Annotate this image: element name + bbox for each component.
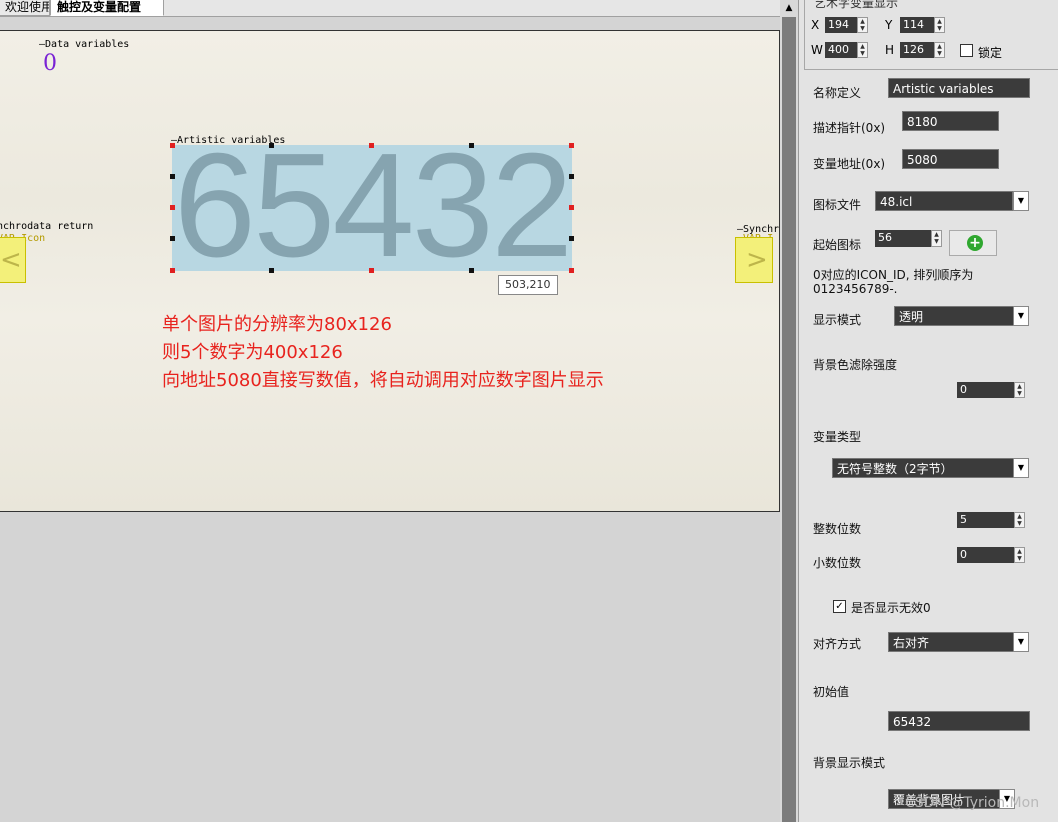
dec-digits-label: 小数位数 (813, 556, 862, 570)
resize-handle[interactable] (469, 143, 474, 148)
w-label: W (811, 43, 823, 57)
resize-handle[interactable] (569, 268, 574, 273)
watermark: CSDN @Tyrion.Mon (905, 795, 1040, 811)
sync-return-label-left: nchrodata return (0, 221, 94, 232)
bg-filter-label: 背景色滤除强度 (813, 358, 898, 372)
var-address-input[interactable]: 5080 (902, 149, 999, 169)
vertical-scrollbar[interactable]: ▲ (780, 0, 798, 822)
data-variables-value[interactable]: 0 (43, 51, 57, 76)
show-invalid-zero-label: 是否显示无效0 (851, 601, 931, 615)
scroll-up-icon[interactable]: ▲ (780, 0, 798, 16)
sync-return-button-left[interactable]: < (0, 237, 26, 283)
resize-handle[interactable] (569, 143, 574, 148)
x-spinner[interactable]: ▲ ▼ (857, 17, 868, 33)
display-mode-label: 显示模式 (813, 313, 862, 327)
init-value-input[interactable]: 65432 (888, 711, 1030, 731)
data-variables-label: —Data variables (39, 39, 130, 50)
resize-handle[interactable] (569, 174, 574, 179)
bg-filter-input[interactable]: 0 (957, 382, 1014, 398)
chevron-down-icon[interactable]: ▼ (1013, 306, 1029, 326)
start-icon-spinner[interactable]: ▲ ▼ (931, 230, 942, 247)
var-type-label: 变量类型 (813, 430, 862, 444)
icon-file-label: 图标文件 (813, 198, 862, 212)
y-label: Y (885, 18, 893, 32)
desc-pointer-label: 描述指针(0x) (813, 121, 886, 135)
resize-handle[interactable] (269, 268, 274, 273)
w-input[interactable]: 400 (825, 42, 857, 58)
resize-handle[interactable] (269, 143, 274, 148)
align-select[interactable]: 右对齐 (888, 632, 1014, 652)
icon-order-note: 0对应的ICON_ID, 排列顺序为 0123456789-. (813, 268, 974, 296)
add-icon-button[interactable]: + (949, 230, 997, 256)
arrow-right-icon: > (746, 245, 768, 275)
coordinate-tooltip: 503,210 (498, 275, 558, 295)
start-icon-input[interactable]: 56 (875, 230, 931, 247)
start-icon-label: 起始图标 (813, 238, 862, 252)
int-digits-spinner[interactable]: ▲ ▼ (1014, 512, 1025, 528)
scrollbar-thumb[interactable] (782, 17, 796, 822)
name-label: 名称定义 (813, 86, 862, 100)
var-address-label: 变量地址(0x) (813, 157, 886, 171)
tab-welcome[interactable]: 欢迎使用 (0, 0, 50, 16)
chevron-down-icon[interactable]: ▼ (1013, 458, 1029, 478)
h-spinner[interactable]: ▲ ▼ (934, 42, 945, 58)
int-digits-input[interactable]: 5 (957, 512, 1014, 528)
annotation-text: 单个图片的分辨率为80x126 则5个数字为400x126 向地址5080直接写… (162, 311, 604, 395)
dec-digits-spinner[interactable]: ▲ ▼ (1014, 547, 1025, 563)
annotation-line: 则5个数字为400x126 (162, 342, 343, 363)
resize-handle[interactable] (170, 205, 175, 210)
resize-handle[interactable] (170, 236, 175, 241)
var-type-select[interactable]: 无符号整数（2字节） (832, 458, 1014, 478)
bg-mode-label: 背景显示模式 (813, 756, 886, 770)
tab-bar: 欢迎使用 触控及变量配置 ▼ (0, 0, 798, 17)
y-input[interactable]: 114 (900, 17, 934, 33)
x-label: X (811, 18, 820, 32)
resize-handle[interactable] (170, 143, 175, 148)
lock-checkbox[interactable] (960, 44, 973, 57)
design-canvas[interactable]: —Data variables 0 —Artistic variables 65… (0, 30, 780, 512)
name-input[interactable]: Artistic variables (888, 78, 1030, 98)
y-spinner[interactable]: ▲ ▼ (934, 17, 945, 33)
artistic-variables-widget[interactable]: 65432 (172, 145, 572, 271)
int-digits-label: 整数位数 (813, 522, 862, 536)
h-input[interactable]: 126 (900, 42, 934, 58)
resize-handle[interactable] (170, 174, 175, 179)
bg-filter-spinner[interactable]: ▲ ▼ (1014, 382, 1025, 398)
w-spinner[interactable]: ▲ ▼ (857, 42, 868, 58)
display-mode-select[interactable]: 透明 (894, 306, 1014, 326)
lock-label: 锁定 (978, 46, 1003, 60)
h-label: H (885, 43, 895, 57)
resize-handle[interactable] (569, 236, 574, 241)
annotation-line: 单个图片的分辨率为80x126 (162, 314, 392, 335)
plus-icon: + (967, 235, 983, 251)
resize-handle[interactable] (569, 205, 574, 210)
desc-pointer-input[interactable]: 8180 (902, 111, 999, 131)
x-input[interactable]: 194 (825, 17, 857, 33)
icon-file-select[interactable]: 48.icl (875, 191, 1013, 211)
show-invalid-zero-checkbox[interactable]: ✓ (833, 600, 846, 613)
property-panel: 艺术字变量显示 X 194 ▲ ▼ Y 114 ▲ ▼ W 400 ▲ ▼ H 126… (798, 0, 1058, 822)
align-label: 对齐方式 (813, 637, 862, 651)
tab-config[interactable]: 触控及变量配置 (50, 0, 164, 16)
resize-handle[interactable] (170, 268, 175, 273)
group-title: 艺术字变量显示 (811, 0, 902, 11)
dec-digits-input[interactable]: 0 (957, 547, 1014, 563)
sync-return-button-right[interactable]: > (735, 237, 773, 283)
artistic-digits: 65432 (173, 145, 572, 271)
resize-handle[interactable] (369, 143, 374, 148)
chevron-down-icon[interactable]: ▼ (1013, 191, 1029, 211)
chevron-down-icon[interactable]: ▼ (1013, 632, 1029, 652)
geometry-group: 艺术字变量显示 X 194 ▲ ▼ Y 114 ▲ ▼ W 400 ▲ ▼ H 126… (804, 0, 1058, 70)
resize-handle[interactable] (369, 268, 374, 273)
resize-handle[interactable] (469, 268, 474, 273)
arrow-left-icon: < (0, 245, 22, 275)
init-value-label: 初始值 (813, 685, 850, 699)
annotation-line: 向地址5080直接写数值，将自动调用对应数字图片显示 (162, 370, 604, 391)
